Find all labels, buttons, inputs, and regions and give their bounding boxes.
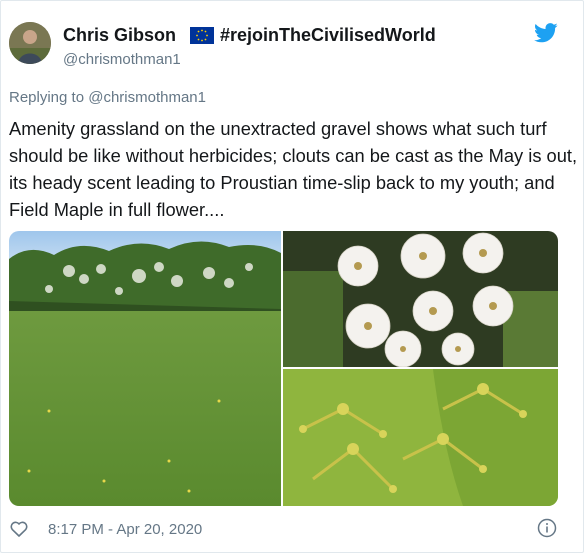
tweet-timestamp[interactable]: 8:17 PM - Apr 20, 2020 xyxy=(48,521,202,538)
info-icon[interactable] xyxy=(537,518,557,538)
heart-icon[interactable] xyxy=(9,519,29,539)
avatar[interactable] xyxy=(9,22,51,64)
eu-flag-icon xyxy=(190,27,214,44)
replying-prefix: Replying to xyxy=(9,89,85,106)
hawthorn-flowers-photo[interactable] xyxy=(283,231,558,367)
grassland-photo[interactable] xyxy=(9,231,281,506)
author-name[interactable]: Chris Gibson xyxy=(63,25,176,46)
author-handle[interactable]: @chrismothman1 xyxy=(63,51,181,68)
replying-to: Replying to @chrismothman1 xyxy=(9,89,206,106)
tweet-media[interactable] xyxy=(9,231,558,506)
tweet-text: Amenity grassland on the unextracted gra… xyxy=(9,118,578,220)
twitter-bird-icon[interactable] xyxy=(534,23,558,43)
tweet-card: Chris Gibson #rejoinTheCivilisedWorld @c… xyxy=(0,0,584,553)
author-name-hashtag[interactable]: #rejoinTheCivilisedWorld xyxy=(220,25,436,46)
replying-to-link[interactable]: @chrismothman1 xyxy=(88,89,206,106)
field-maple-flowers-photo[interactable] xyxy=(283,369,558,506)
